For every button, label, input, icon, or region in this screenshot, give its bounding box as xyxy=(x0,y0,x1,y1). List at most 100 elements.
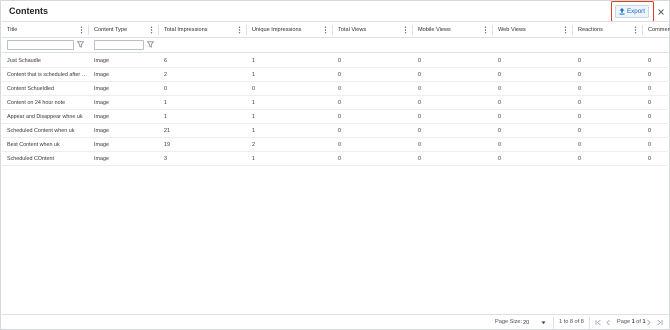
column-header-content-type[interactable]: Content Type xyxy=(89,22,159,38)
dialog-title: Contents xyxy=(9,6,48,16)
upload-icon xyxy=(619,8,625,15)
kebab-menu-icon[interactable] xyxy=(564,26,567,34)
filter-input-title[interactable] xyxy=(7,40,74,50)
cell-content-type: Image xyxy=(94,86,109,92)
cell-unique-impressions: 1 xyxy=(252,128,255,134)
cell-total-views: 0 xyxy=(338,142,341,148)
cell-comments: 0 xyxy=(648,114,651,120)
column-header-label: Content Type xyxy=(94,27,128,33)
cell-title: Scheduled COntent xyxy=(7,156,55,162)
cell-mobile-views: 0 xyxy=(418,128,421,134)
cell-web-views: 0 xyxy=(498,72,501,78)
column-header-unique-impressions[interactable]: Unique Impressions xyxy=(247,22,333,38)
table-row[interactable]: Just Schaudle Image 6 1 0 0 0 0 0 xyxy=(2,54,670,68)
column-header-mobile-views[interactable]: Mobile Views xyxy=(413,22,493,38)
cell-web-views: 0 xyxy=(498,156,501,162)
cell-unique-impressions: 1 xyxy=(252,156,255,162)
cell-reactions: 0 xyxy=(578,142,581,148)
column-header-label: Total Views xyxy=(338,27,367,33)
column-header-label: Title xyxy=(7,27,18,33)
filter-icon[interactable] xyxy=(147,41,154,48)
cell-reactions: 0 xyxy=(578,114,581,120)
cell-comments: 0 xyxy=(648,72,651,78)
cell-total-views: 0 xyxy=(338,114,341,120)
cell-title: Best Content when uk xyxy=(7,142,60,148)
cell-mobile-views: 0 xyxy=(418,72,421,78)
cell-comments: 0 xyxy=(648,128,651,134)
table-row[interactable]: Appear and Disappear whne uk Image 1 1 0 0 0 0 0 xyxy=(2,110,670,124)
cell-comments: 0 xyxy=(648,58,651,64)
cell-total-views: 0 xyxy=(338,86,341,92)
filter-input-content-type[interactable] xyxy=(94,40,144,50)
filter-row xyxy=(2,38,670,53)
cell-reactions: 0 xyxy=(578,156,581,162)
dialog-header: Contents Export xyxy=(1,1,669,23)
cell-web-views: 0 xyxy=(498,114,501,120)
column-header-total-views[interactable]: Total Views xyxy=(333,22,413,38)
cell-content-type: Image xyxy=(94,100,109,106)
filter-icon[interactable] xyxy=(77,41,84,48)
table-row[interactable]: Scheduled Content when uk Image 21 1 0 0 0 0 0 xyxy=(2,124,670,138)
cell-total-views: 0 xyxy=(338,156,341,162)
cell-content-type: Image xyxy=(94,128,109,134)
cell-title: Content on 24 hour note xyxy=(7,100,66,106)
cell-total-impressions: 6 xyxy=(164,58,167,64)
kebab-menu-icon[interactable] xyxy=(404,26,407,34)
cell-mobile-views: 0 xyxy=(418,114,421,120)
cell-mobile-views: 0 xyxy=(418,86,421,92)
table-row[interactable]: Content on 24 hour note Image 1 1 0 0 0 0 0 xyxy=(2,96,670,110)
next-page-icon[interactable] xyxy=(645,319,652,326)
cell-unique-impressions: 1 xyxy=(252,114,255,120)
page-indicator: Page 1 of 1 xyxy=(617,319,646,325)
cell-reactions: 0 xyxy=(578,100,581,106)
cell-total-views: 0 xyxy=(338,72,341,78)
cell-unique-impressions: 1 xyxy=(252,100,255,106)
page-size-select[interactable]: 20 xyxy=(521,318,548,328)
table-row[interactable]: Scheduled COntent Image 3 1 0 0 0 0 0 xyxy=(2,152,670,166)
page-size-value: 20 xyxy=(523,320,530,326)
column-header-label: Web Views xyxy=(498,27,526,33)
cell-total-impressions: 2 xyxy=(164,72,167,78)
cell-total-impressions: 1 xyxy=(164,114,167,120)
cell-total-views: 0 xyxy=(338,100,341,106)
cell-total-views: 0 xyxy=(338,128,341,134)
chevron-down-icon xyxy=(541,321,546,324)
kebab-menu-icon[interactable] xyxy=(80,26,83,34)
prev-page-icon[interactable] xyxy=(605,319,612,326)
export-highlight: Export xyxy=(611,1,654,22)
cell-title: Content Schueldled xyxy=(7,86,55,92)
column-header-label: Reactions xyxy=(578,27,603,33)
column-header-comments[interactable]: Comments xyxy=(643,22,670,38)
cell-web-views: 0 xyxy=(498,128,501,134)
table-row[interactable]: Content Schueldled Image 0 0 0 0 0 0 0 xyxy=(2,82,670,96)
column-header-total-impressions[interactable]: Total Impressions xyxy=(159,22,247,38)
kebab-menu-icon[interactable] xyxy=(150,26,153,34)
last-page-icon[interactable] xyxy=(656,319,663,326)
cell-web-views: 0 xyxy=(498,86,501,92)
kebab-menu-icon[interactable] xyxy=(238,26,241,34)
cell-reactions: 0 xyxy=(578,86,581,92)
page-text-of: of xyxy=(634,319,643,325)
footer-divider xyxy=(589,317,590,329)
cell-reactions: 0 xyxy=(578,72,581,78)
cell-comments: 0 xyxy=(648,100,651,106)
cell-content-type: Image xyxy=(94,58,109,64)
column-header-title[interactable]: Title xyxy=(2,22,89,38)
export-button[interactable]: Export xyxy=(615,5,649,18)
contents-table: Title Content Type Total Impressions Unique… xyxy=(2,21,670,315)
close-icon[interactable] xyxy=(657,8,665,16)
cell-total-impressions: 19 xyxy=(164,142,170,148)
kebab-menu-icon[interactable] xyxy=(324,26,327,34)
column-header-web-views[interactable]: Web Views xyxy=(493,22,573,38)
footer-divider xyxy=(553,317,554,329)
kebab-menu-icon[interactable] xyxy=(484,26,487,34)
column-header-reactions[interactable]: Reactions xyxy=(573,22,643,38)
table-row[interactable]: Best Content when uk Image 19 2 0 0 0 0 0 xyxy=(2,138,670,152)
cell-unique-impressions: 1 xyxy=(252,72,255,78)
first-page-icon[interactable] xyxy=(595,319,602,326)
column-header-label: Total Impressions xyxy=(164,27,208,33)
cell-total-impressions: 21 xyxy=(164,128,170,134)
kebab-menu-icon[interactable] xyxy=(634,26,637,34)
table-row[interactable]: Content that is scheduled after 5 ... Ima… xyxy=(2,68,670,82)
cell-total-views: 0 xyxy=(338,58,341,64)
